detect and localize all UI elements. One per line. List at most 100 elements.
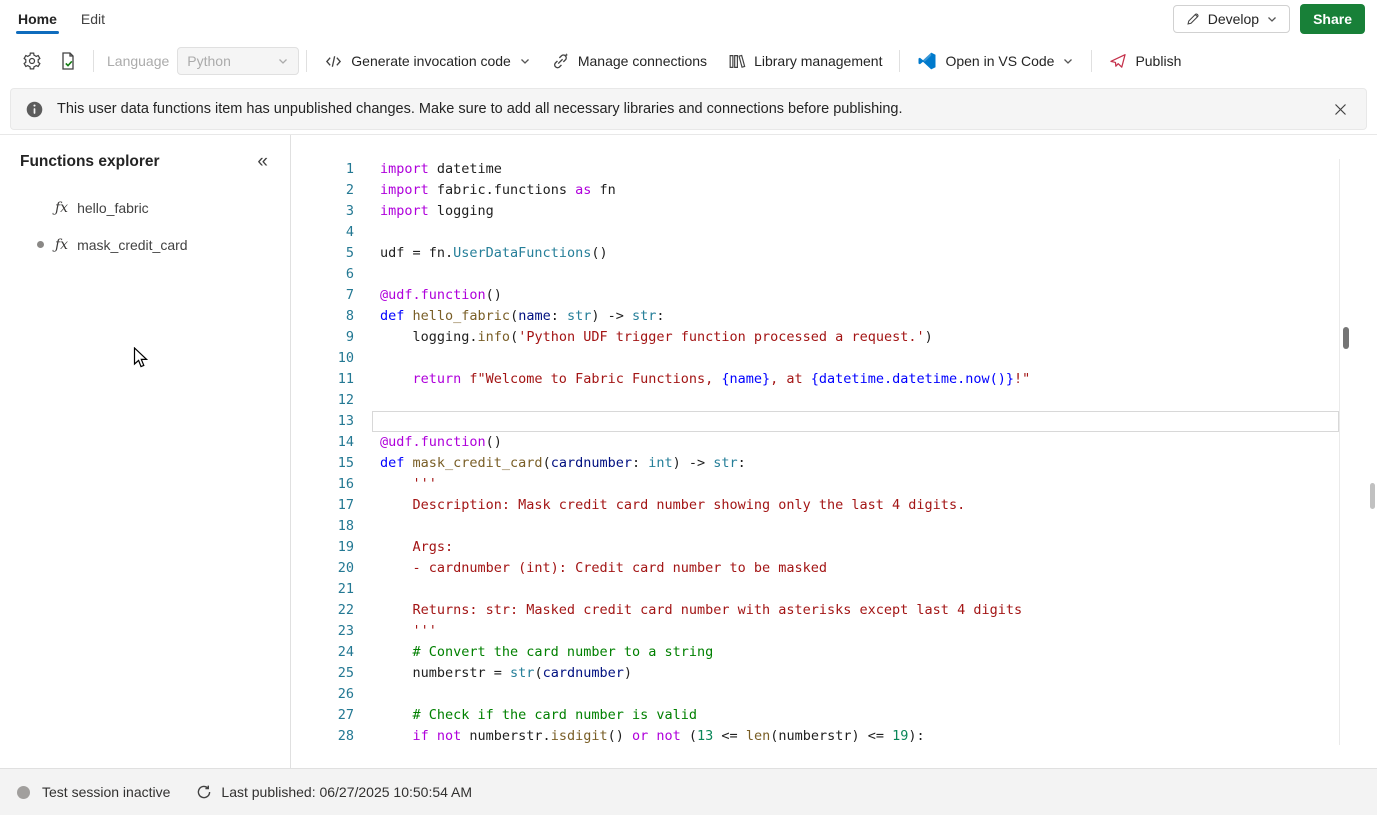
function-item[interactable]: ƒx mask_credit_card [0,226,290,263]
collapse-panel-icon[interactable]: « [253,150,272,173]
function-item[interactable]: ƒx hello_fabric [0,189,290,226]
settings-button[interactable] [14,44,50,78]
line-content[interactable]: Description: Mask credit card number sho… [372,495,1339,516]
code-line[interactable]: 14 @udf.function() [312,432,1339,453]
chevron-down-icon [1062,55,1074,67]
code-line[interactable]: 8 def hello_fabric(name: str) -> str: [312,306,1339,327]
line-content[interactable]: logging.info('Python UDF trigger functio… [372,327,1339,348]
code-line[interactable]: 3 import logging [312,201,1339,222]
code-line[interactable]: 22 Returns: str: Masked credit card numb… [312,600,1339,621]
generate-invocation-code-label: Generate invocation code [351,53,511,69]
code-line[interactable]: 7 @udf.function() [312,285,1339,306]
line-content[interactable]: import logging [372,201,1339,222]
line-number: 2 [345,182,354,198]
code-line[interactable]: 1 import datetime [312,159,1339,180]
publish-label: Publish [1135,53,1182,69]
code-line[interactable]: 4 [312,222,1339,243]
code-line[interactable]: 24 # Convert the card number to a string [312,642,1339,663]
toolbar-divider [1091,50,1093,72]
line-content[interactable]: return f"Welcome to Fabric Functions, {n… [372,369,1339,390]
library-management-button[interactable]: Library management [717,45,892,78]
code-line[interactable]: 11 return f"Welcome to Fabric Functions,… [312,369,1339,390]
code-line[interactable]: 2 import fabric.functions as fn [312,180,1339,201]
line-content[interactable]: numberstr = str(cardnumber) [372,663,1339,684]
code-line[interactable]: 15 def mask_credit_card(cardnumber: int) … [312,453,1339,474]
line-content[interactable]: udf = fn.UserDataFunctions() [372,243,1339,264]
function-name: hello_fabric [77,199,149,216]
line-content[interactable]: @udf.function() [372,432,1339,453]
line-content[interactable]: import fabric.functions as fn [372,180,1339,201]
code-line[interactable]: 19 Args: [312,537,1339,558]
line-content[interactable]: def mask_credit_card(cardnumber: int) ->… [372,453,1339,474]
line-number: 21 [337,581,354,597]
line-number: 22 [337,602,354,618]
tab-home[interactable]: Home [6,2,69,37]
line-number: 4 [345,224,354,240]
code-line[interactable]: 27 # Check if the card number is valid [312,705,1339,726]
function-name: mask_credit_card [77,236,188,253]
line-content[interactable] [372,684,1339,705]
line-content[interactable]: Returns: str: Masked credit card number … [372,600,1339,621]
line-content[interactable]: if not numberstr.isdigit() or not (13 <=… [372,726,1339,747]
line-content[interactable]: ''' [372,621,1339,642]
share-button[interactable]: Share [1300,4,1365,34]
code-line[interactable]: 10 [312,348,1339,369]
line-number: 16 [337,476,354,492]
manage-connections-button[interactable]: Manage connections [541,45,717,78]
line-content[interactable]: # Convert the card number to a string [372,642,1339,663]
line-content[interactable]: Args: [372,537,1339,558]
line-content[interactable] [372,516,1339,537]
code-line[interactable]: 5 udf = fn.UserDataFunctions() [312,243,1339,264]
code-line[interactable]: 28 if not numberstr.isdigit() or not (13… [312,726,1339,747]
develop-button[interactable]: Develop [1172,5,1291,33]
code-line[interactable]: 12 [312,390,1339,411]
line-content[interactable]: # Check if the card number is valid [372,705,1339,726]
line-content[interactable]: - cardnumber (int): Credit card number t… [372,558,1339,579]
language-select[interactable]: Python [177,47,300,75]
line-content[interactable]: ''' [372,474,1339,495]
toolbar: Language Python Generate invocation code… [0,38,1377,84]
code-line[interactable]: 13 [312,411,1339,432]
line-content[interactable]: import datetime [372,159,1339,180]
vscode-icon [917,51,937,71]
code-line[interactable]: 20 - cardnumber (int): Credit card numbe… [312,558,1339,579]
line-content[interactable]: @udf.function() [372,285,1339,306]
close-icon[interactable] [1329,98,1352,121]
library-icon [727,52,746,71]
line-number: 24 [337,644,354,660]
code-editor[interactable]: 1 import datetime 2 import fabric.functions… [312,159,1339,747]
line-content[interactable] [372,411,1339,432]
code-line[interactable]: 26 [312,684,1339,705]
page-scrollbar-thumb[interactable] [1370,483,1375,509]
code-line[interactable]: 18 [312,516,1339,537]
code-line[interactable]: 9 logging.info('Python UDF trigger funct… [312,327,1339,348]
line-content[interactable] [372,222,1339,243]
refresh-icon[interactable] [196,784,212,800]
line-content[interactable] [372,390,1339,411]
code-line[interactable]: 23 ''' [312,621,1339,642]
line-content[interactable]: def hello_fabric(name: str) -> str: [372,306,1339,327]
gear-icon [22,51,42,71]
code-line[interactable]: 6 [312,264,1339,285]
line-number: 11 [337,371,354,387]
toolbar-divider [93,50,94,72]
line-number: 27 [337,707,354,723]
line-content[interactable] [372,348,1339,369]
code-line[interactable]: 17 Description: Mask credit card number … [312,495,1339,516]
toolbar-divider [899,50,901,72]
publish-button[interactable]: Publish [1099,45,1191,77]
tab-edit[interactable]: Edit [69,2,117,37]
code-line[interactable]: 25 numberstr = str(cardnumber) [312,663,1339,684]
line-number: 7 [345,287,354,303]
line-content[interactable] [372,264,1339,285]
code-line[interactable]: 16 ''' [312,474,1339,495]
functions-explorer-title: Functions explorer [20,152,160,170]
language-label: Language [107,53,170,69]
save-script-button[interactable] [50,44,86,78]
scrollbar-thumb[interactable] [1343,327,1349,349]
open-in-vscode-button[interactable]: Open in VS Code [907,44,1084,78]
generate-invocation-code-button[interactable]: Generate invocation code [314,45,541,78]
code-line[interactable]: 21 [312,579,1339,600]
editor-scrollbar[interactable] [1339,159,1353,745]
line-content[interactable] [372,579,1339,600]
